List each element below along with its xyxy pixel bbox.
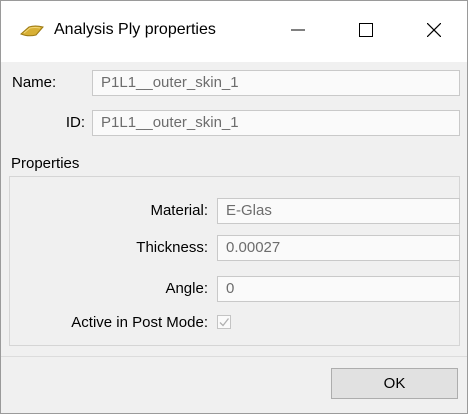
minimize-icon [291,23,305,41]
id-field[interactable]: P1L1__outer_skin_1 [92,110,460,136]
close-icon [426,22,442,41]
dialog-window: Analysis Ply properties Name: P1L1__oute… [0,0,468,414]
active-in-post-mode-label: Active in Post Mode: [71,314,208,331]
id-label: ID: [65,114,85,131]
name-label: Name: [12,74,57,91]
thickness-field[interactable]: 0.00027 [217,235,460,261]
name-field[interactable]: P1L1__outer_skin_1 [92,70,460,96]
minimize-button[interactable] [269,1,327,62]
maximize-icon [359,22,373,41]
active-in-post-mode-checkbox[interactable] [217,315,231,329]
thickness-label: Thickness: [136,239,208,256]
material-field[interactable]: E-Glas [217,198,460,224]
title-bar[interactable]: Analysis Ply properties [1,1,467,62]
properties-group-title: Properties [11,155,80,172]
close-button[interactable] [405,1,463,62]
checkmark-icon [218,316,230,328]
window-title: Analysis Ply properties [54,21,216,38]
footer-separator [1,356,467,357]
angle-label: Angle: [165,280,208,297]
ply-icon [20,24,44,38]
ok-button[interactable]: OK [331,368,458,399]
angle-field[interactable]: 0 [217,276,460,302]
maximize-button[interactable] [337,1,395,62]
material-label: Material: [150,202,208,219]
